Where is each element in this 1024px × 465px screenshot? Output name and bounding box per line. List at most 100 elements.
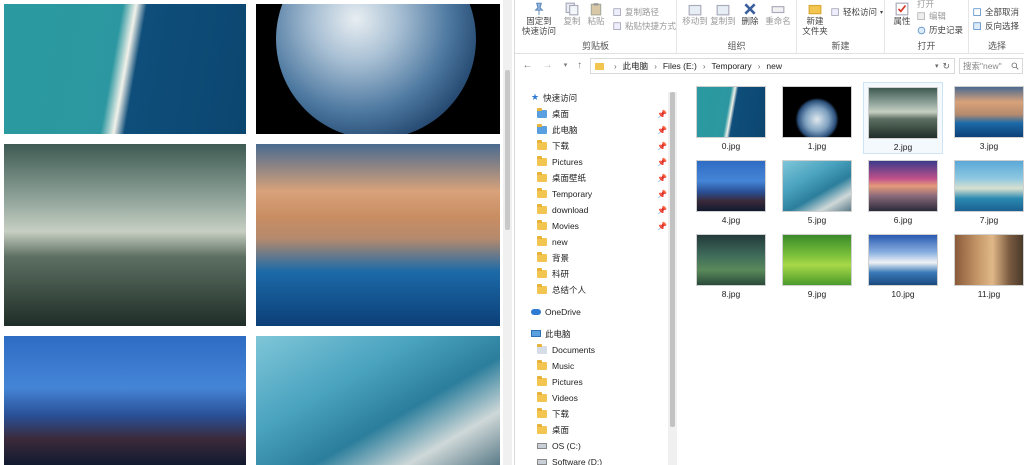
file-explorer-window: 固定到 快速访问 复制 粘贴 复制路径 粘贴快捷方式 剪贴板 移动到 复制到 删…	[514, 0, 1024, 465]
nav-item-new[interactable]: new	[537, 234, 687, 249]
nav-item-label: OS (C:)	[552, 440, 581, 451]
copy-button[interactable]: 复制	[561, 2, 583, 26]
file-item[interactable]: 1.jpg	[777, 82, 857, 154]
file-item[interactable]: 10.jpg	[863, 230, 943, 302]
file-item-selected[interactable]: 2.jpg	[863, 82, 943, 154]
search-input[interactable]: 搜索"new"	[959, 58, 1023, 74]
file-item[interactable]: 9.jpg	[777, 230, 857, 302]
file-item[interactable]: 0.jpg	[691, 82, 771, 154]
crumb-files-e[interactable]: Files (E:)	[663, 61, 697, 71]
crumb-new[interactable]: new	[766, 61, 782, 71]
crumb-temporary[interactable]: Temporary	[712, 61, 752, 71]
open-button[interactable]: 打开	[917, 0, 934, 10]
new-group-label: 新建	[831, 41, 850, 51]
navigation-scrollbar[interactable]	[668, 92, 677, 465]
select-none-button[interactable]: 全部取消	[973, 6, 1019, 18]
gallery-photo-ice-cave[interactable]	[256, 336, 500, 465]
onedrive-label: OneDrive	[545, 306, 581, 317]
properties-button[interactable]: 属性	[889, 2, 915, 26]
new-folder-label: 新建 文件夹	[802, 16, 828, 36]
forward-button[interactable]: →	[541, 59, 554, 72]
new-folder-button[interactable]: 新建 文件夹	[801, 2, 829, 36]
this-pc-icon	[537, 123, 547, 134]
nav-item-label: Documents	[552, 344, 595, 355]
file-name: 8.jpg	[721, 289, 741, 299]
folder-icon	[537, 267, 547, 278]
file-name: 1.jpg	[807, 141, 827, 151]
copy-path-icon	[613, 7, 621, 16]
file-item[interactable]: 7.jpg	[949, 156, 1024, 228]
gallery-photo-coast[interactable]	[4, 4, 246, 134]
file-item[interactable]: 6.jpg	[863, 156, 943, 228]
paste-shortcut-icon	[613, 21, 621, 30]
nav-item-summary[interactable]: 总结个人	[537, 282, 687, 297]
desktop-icon	[537, 107, 547, 118]
nav-pc-music[interactable]: Music	[537, 358, 687, 373]
crumb-separator-icon: ›	[654, 61, 657, 71]
paste-shortcut-button[interactable]: 粘贴快捷方式	[613, 20, 676, 32]
nav-pc-drive-c[interactable]: OS (C:)	[537, 438, 687, 453]
search-placeholder: 搜索"new"	[963, 61, 1002, 71]
nav-item-label: Videos	[552, 392, 578, 403]
nav-pc-desktop[interactable]: 桌面	[537, 422, 687, 437]
delete-label: 删除	[741, 16, 759, 26]
invert-selection-button[interactable]: 反向选择	[973, 20, 1019, 32]
nav-item-background[interactable]: 背景	[537, 250, 687, 265]
file-item[interactable]: 8.jpg	[691, 230, 771, 302]
move-to-button[interactable]: 移动到	[681, 2, 709, 26]
back-button[interactable]: ←	[521, 59, 534, 72]
file-list-area: 0.jpg 1.jpg 2.jpg 3.jpg 4.jpg 5.jpg 6.jp…	[685, 80, 1024, 465]
nav-pc-documents[interactable]: Documents	[537, 342, 687, 357]
this-pc-label: 此电脑	[545, 328, 571, 339]
nav-pc-drive-d[interactable]: Software (D:)	[537, 454, 687, 465]
open-label: 打开	[917, 0, 935, 9]
nav-item-label: Software (D:)	[552, 456, 603, 465]
easy-access-button[interactable]: 轻松访问 ▾	[831, 6, 883, 18]
gallery-scrollbar[interactable]	[503, 0, 512, 465]
address-dropdown-icon[interactable]: ▾	[935, 62, 943, 70]
file-item[interactable]: 11.jpg	[949, 230, 1024, 302]
nav-this-pc[interactable]: 此电脑	[531, 326, 681, 341]
delete-button[interactable]: 删除	[739, 2, 761, 26]
pin-quick-access-label: 固定到 快速访问	[521, 16, 556, 36]
rename-button[interactable]: 重命名	[763, 2, 793, 26]
nav-pc-videos[interactable]: Videos	[537, 390, 687, 405]
rename-label: 重命名	[765, 16, 791, 26]
file-item[interactable]: 5.jpg	[777, 156, 857, 228]
nav-onedrive[interactable]: OneDrive	[531, 304, 681, 319]
gallery-photo-beach-cliff[interactable]	[256, 144, 500, 326]
nav-item-label: 桌面壁纸	[552, 172, 587, 183]
nav-quick-access[interactable]: ★ 快速访问	[531, 90, 681, 105]
nav-pc-pictures[interactable]: Pictures	[537, 374, 687, 389]
paste-button[interactable]: 粘贴	[585, 2, 607, 26]
file-name: 10.jpg	[891, 289, 915, 299]
navigation-pane: ★ 快速访问 桌面 📌 此电脑 📌 下载 📌 Pictures 📌 桌面壁纸 📌…	[515, 80, 680, 465]
edit-label: 编辑	[929, 11, 947, 21]
address-box[interactable]: › 此电脑 › Files (E:) › Temporary › new ▾ ↻	[590, 58, 955, 74]
paste-icon	[590, 3, 602, 16]
copy-path-button[interactable]: 复制路径	[613, 6, 659, 18]
gallery-photo-hilltop-town[interactable]	[4, 336, 246, 465]
gallery-photo-earth[interactable]	[256, 4, 500, 134]
gallery-photo-misty-forest[interactable]	[4, 144, 246, 326]
nav-item-label: 下载	[552, 408, 570, 419]
pin-icon	[534, 2, 544, 15]
copy-to-button[interactable]: 复制到	[709, 2, 737, 26]
edit-button[interactable]: 编辑	[917, 10, 946, 22]
computer-icon	[531, 330, 541, 337]
nav-item-research[interactable]: 科研	[537, 266, 687, 281]
pin-quick-access-button[interactable]: 固定到 快速访问	[519, 2, 559, 36]
history-button[interactable]: 历史记录	[917, 24, 963, 36]
refresh-icon[interactable]: ↻	[942, 61, 954, 72]
crumb-separator-icon: ›	[757, 61, 761, 71]
up-button[interactable]: ↑	[573, 59, 586, 72]
file-item[interactable]: 4.jpg	[691, 156, 771, 228]
pin-icon: 📌	[657, 142, 667, 151]
easy-access-icon	[831, 7, 839, 16]
file-item[interactable]: 3.jpg	[949, 82, 1024, 154]
select-none-icon	[973, 7, 981, 16]
edit-icon	[917, 11, 925, 20]
recent-dropdown-button[interactable]: ▾	[559, 59, 572, 72]
crumb-this-pc[interactable]: 此电脑	[623, 60, 649, 72]
nav-pc-downloads[interactable]: 下载	[537, 406, 687, 421]
